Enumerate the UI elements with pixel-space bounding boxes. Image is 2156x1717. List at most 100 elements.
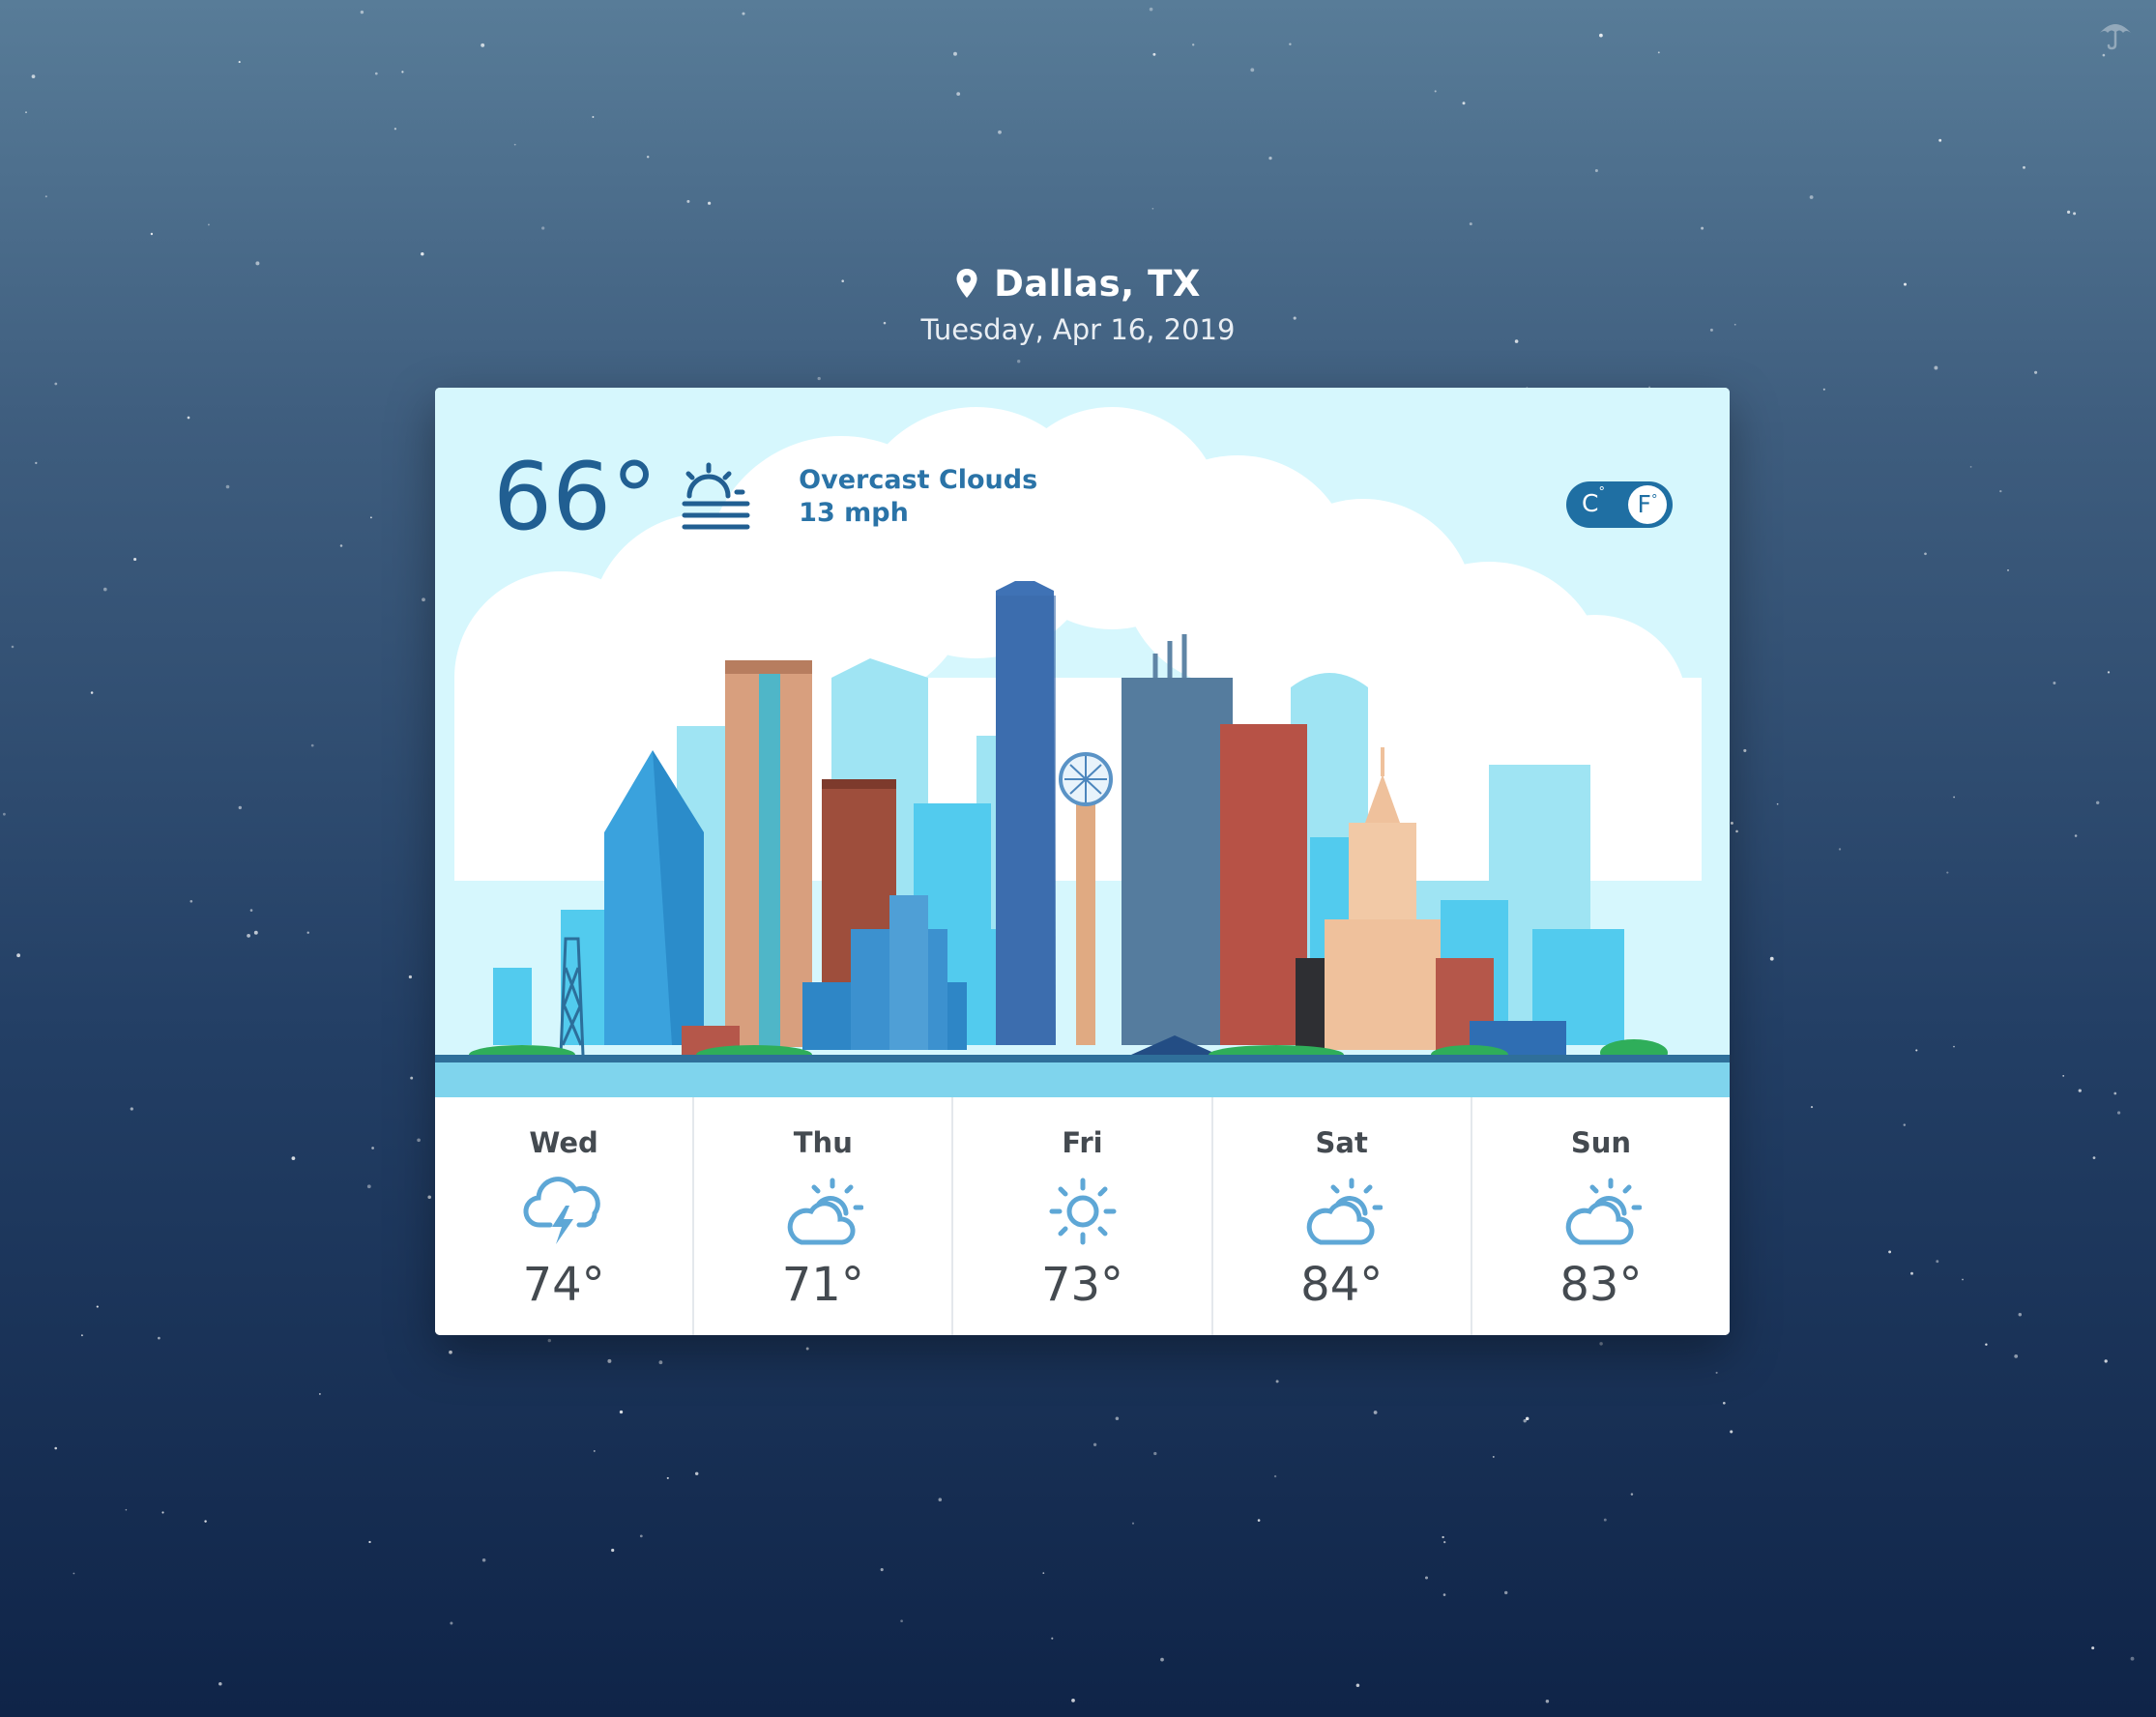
condition-text: Overcast Clouds 13 mph — [799, 464, 1037, 530]
umbrella-icon[interactable] — [2096, 17, 2135, 50]
star — [1810, 1106, 1814, 1109]
star — [80, 1334, 83, 1337]
star — [339, 544, 343, 547]
star — [421, 251, 424, 256]
forecast-day-wed[interactable]: Wed 74° — [435, 1097, 695, 1335]
star — [1715, 1371, 1718, 1374]
celsius-option[interactable]: C° — [1582, 485, 1605, 517]
star — [1525, 1416, 1530, 1421]
map-pin-icon — [956, 269, 977, 298]
star — [658, 1360, 663, 1365]
star — [25, 111, 27, 114]
star — [1289, 43, 1292, 45]
star — [2113, 1091, 2117, 1095]
star — [1373, 1411, 1378, 1414]
star — [742, 12, 745, 15]
condition-label: Overcast Clouds — [799, 465, 1038, 495]
star — [707, 201, 712, 205]
star — [1735, 829, 1738, 833]
star — [686, 199, 690, 203]
star — [1630, 1493, 1634, 1496]
star — [1042, 1572, 1045, 1574]
day-name: Sat — [1315, 1126, 1368, 1159]
star — [1730, 821, 1734, 825]
star — [417, 1138, 421, 1143]
star — [1962, 1278, 1964, 1281]
day-name: Wed — [529, 1126, 598, 1159]
star — [247, 934, 250, 938]
day-name: Fri — [1062, 1126, 1103, 1159]
fahrenheit-option[interactable]: F° — [1628, 485, 1667, 524]
star — [1953, 1045, 1955, 1048]
day-temp: 71° — [781, 1258, 864, 1312]
forecast-day-thu[interactable]: Thu 71° — [694, 1097, 954, 1335]
weather-card: 66° Overcast Clouds 13 mph C° F° Wed 74°… — [435, 388, 1730, 1335]
star — [880, 1568, 884, 1572]
star — [150, 232, 154, 236]
star — [2074, 834, 2078, 837]
star — [16, 953, 20, 958]
star — [1071, 1699, 1075, 1702]
star — [2067, 210, 2071, 214]
star — [374, 72, 378, 75]
forecast-day-sun[interactable]: Sun 83° — [1472, 1097, 1730, 1335]
star — [639, 1534, 643, 1538]
star — [238, 805, 242, 810]
star — [133, 557, 137, 562]
star — [1160, 1657, 1164, 1662]
current-date: Tuesday, Apr 16, 2019 — [920, 313, 1236, 346]
star — [1985, 1343, 1988, 1346]
star — [371, 1147, 374, 1150]
star — [225, 484, 230, 489]
star — [805, 1347, 809, 1351]
star — [366, 1184, 371, 1189]
forecast-day-fri[interactable]: Fri 73° — [953, 1097, 1213, 1335]
partly-cloudy-icon — [1565, 1178, 1642, 1245]
star — [938, 1498, 943, 1501]
forecast-day-sat[interactable]: Sat 84° — [1213, 1097, 1472, 1335]
city-name: Dallas, TX — [994, 262, 1201, 305]
star — [1355, 1683, 1360, 1688]
star — [369, 516, 372, 519]
star — [125, 1508, 128, 1511]
star — [694, 1471, 699, 1476]
star — [1115, 1416, 1120, 1420]
star — [1888, 1250, 1892, 1254]
star — [547, 1338, 551, 1343]
star — [449, 1350, 452, 1354]
star — [1149, 7, 1153, 12]
star — [1809, 195, 1814, 199]
star — [1822, 388, 1825, 391]
star — [1953, 796, 1955, 799]
partly-cloudy-icon — [788, 1178, 864, 1245]
star — [318, 1392, 321, 1395]
star — [646, 156, 650, 159]
forecast-row: Wed 74° Thu 71° Fri 73° Sat 84° Sun 83° — [435, 1097, 1730, 1335]
star — [611, 1548, 615, 1553]
weather-hero: 66° Overcast Clouds 13 mph C° F° — [435, 388, 1730, 1097]
day-temp: 74° — [522, 1258, 605, 1312]
star — [2104, 1359, 2108, 1363]
star — [54, 1446, 57, 1450]
star — [956, 92, 961, 97]
location-header: Dallas, TX Tuesday, Apr 16, 2019 — [0, 257, 2156, 347]
star — [1594, 168, 1598, 173]
star — [360, 10, 364, 15]
star — [1503, 1590, 1508, 1595]
star — [2023, 165, 2025, 169]
wind-speed: 13 mph — [799, 498, 909, 528]
star — [592, 116, 595, 118]
star — [291, 1156, 296, 1160]
star — [607, 1358, 612, 1363]
star — [1273, 1474, 1277, 1478]
star — [44, 195, 47, 198]
star — [666, 1476, 669, 1479]
star — [427, 1195, 431, 1200]
star — [1017, 360, 1021, 364]
star — [204, 1520, 207, 1523]
star — [2130, 1656, 2135, 1661]
star — [1903, 1123, 1907, 1126]
unit-toggle[interactable]: C° F° — [1566, 481, 1673, 528]
star — [1946, 871, 1949, 874]
star — [161, 1511, 164, 1514]
